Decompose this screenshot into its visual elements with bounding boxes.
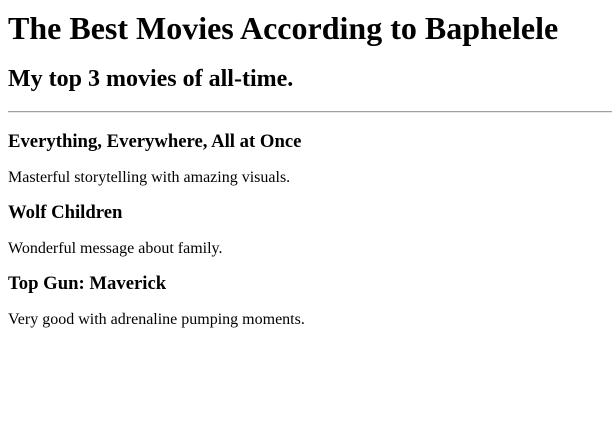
movie-title: Wolf Children xyxy=(8,202,123,223)
movie-title: Top Gun: Maverick xyxy=(8,273,167,294)
movie-description: Masterful storytelling with amazing visu… xyxy=(8,169,291,186)
movie-item: Everything, Everywhere, All at Once Mast… xyxy=(8,131,604,187)
movie-item: Wolf Children Wonderful message about fa… xyxy=(8,202,604,258)
movie-item: Top Gun: Maverick Very good with adrenal… xyxy=(8,273,604,329)
movie-description: Wonderful message about family. xyxy=(8,240,223,257)
movie-description: Very good with adrenaline pumping moment… xyxy=(8,311,305,328)
page-title: The Best Movies According to Baphelele xyxy=(8,10,559,46)
page-subtitle: My top 3 movies of all-time. xyxy=(8,66,294,92)
movie-list: Everything, Everywhere, All at Once Mast… xyxy=(8,131,604,329)
divider xyxy=(8,111,612,113)
movie-title: Everything, Everywhere, All at Once xyxy=(8,131,302,152)
